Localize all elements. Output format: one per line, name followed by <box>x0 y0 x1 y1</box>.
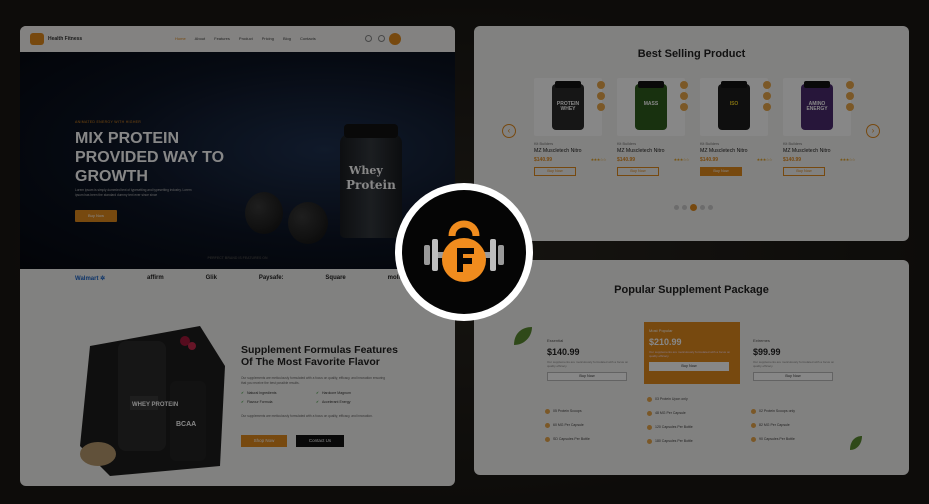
logo-badge-inner <box>402 190 526 314</box>
logo-badge <box>395 183 533 321</box>
kettlebell-f-logo-icon <box>424 220 504 282</box>
